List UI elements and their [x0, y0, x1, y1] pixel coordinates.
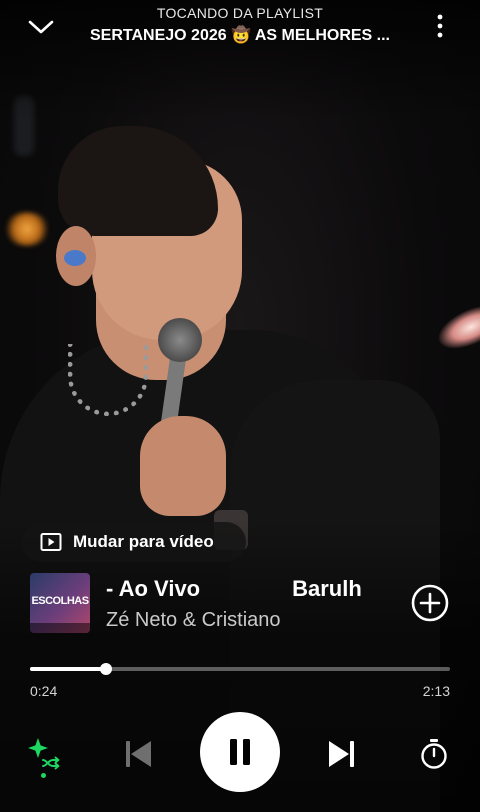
sleep-timer-button[interactable]: [412, 732, 456, 776]
next-button[interactable]: [320, 732, 364, 776]
stage-light: [432, 296, 480, 358]
playing-from-label: TOCANDO DA PLAYLIST: [156, 5, 324, 21]
add-circle-icon: [411, 584, 449, 622]
album-cover-text: ESCOLHAS: [31, 595, 89, 607]
track-artist: Zé Neto & Cristiano: [106, 609, 281, 631]
now-playing-header: TOCANDO DA PLAYLIST SERTANEJO 2026 🤠 AS …: [0, 0, 480, 60]
playback-controls: [0, 710, 480, 794]
track-title-part: Barulh: [292, 576, 362, 601]
total-time: 2:13: [422, 683, 450, 699]
switch-to-video-button[interactable]: Mudar para vídeo: [22, 522, 246, 562]
smart-shuffle-button[interactable]: [22, 732, 66, 776]
playback-progress-bar[interactable]: [30, 662, 450, 676]
progress-handle[interactable]: [99, 663, 112, 675]
playlist-name: SERTANEJO 2026 🤠 AS MELHORES ...: [90, 27, 390, 44]
collapse-button[interactable]: [24, 12, 58, 42]
skip-previous-icon: [126, 741, 151, 767]
performer-hand: [140, 416, 226, 516]
pause-icon: [230, 739, 250, 765]
smart-shuffle-icon: [28, 738, 60, 770]
more-options-button[interactable]: [426, 10, 454, 42]
earbud: [64, 250, 86, 266]
skip-next-icon: [329, 741, 354, 767]
elapsed-time: 0:24: [30, 683, 58, 699]
track-info-row: ESCOLHAS - Ao Vivo Barulh Zé Neto & Crist…: [30, 573, 480, 633]
timer-icon: [421, 739, 447, 769]
more-vertical-icon: [437, 14, 443, 38]
track-text[interactable]: - Ao Vivo Barulh Zé Neto & Cristiano: [106, 575, 378, 631]
header-context[interactable]: TOCANDO DA PLAYLIST SERTANEJO 2026 🤠 AS …: [60, 5, 420, 45]
album-cover-strip: [30, 623, 90, 633]
album-cover[interactable]: ESCOLHAS: [30, 573, 90, 633]
microphone-head: [158, 318, 202, 362]
track-title-part: - Ao Vivo: [106, 576, 201, 601]
performer-hair: [58, 126, 218, 236]
chevron-down-icon: [28, 20, 54, 34]
video-play-icon: [40, 533, 62, 551]
stage-light: [4, 212, 50, 246]
play-pause-button[interactable]: [200, 712, 280, 792]
switch-to-video-label: Mudar para vídeo: [73, 532, 214, 551]
previous-button[interactable]: [116, 732, 160, 776]
track-title: - Ao Vivo Barulh: [106, 575, 378, 603]
progress-fill: [30, 667, 106, 671]
shuffle-active-dot: [41, 773, 46, 778]
add-to-library-button[interactable]: [410, 583, 450, 623]
